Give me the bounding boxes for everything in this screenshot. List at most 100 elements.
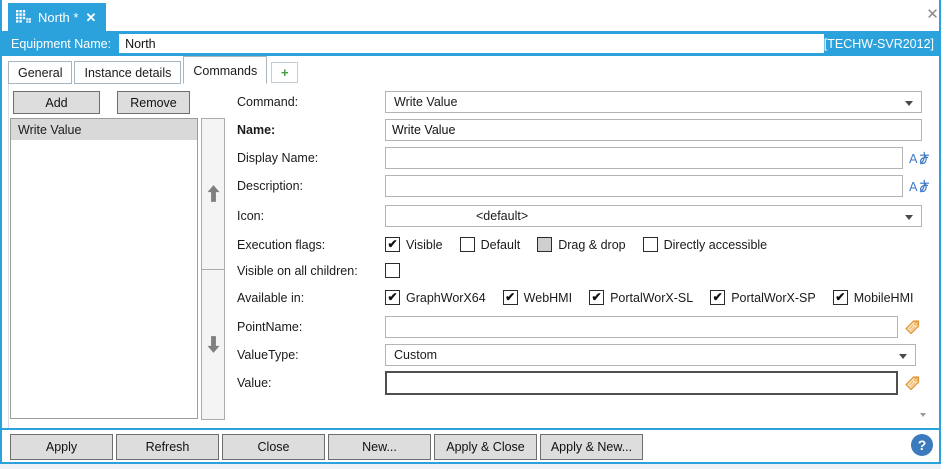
checkbox-box	[502, 290, 518, 305]
checkbox-portalworx-sp[interactable]: PortalWorX-SP	[710, 290, 816, 305]
tag-browse-icon[interactable]	[904, 375, 921, 392]
svg-text:A: A	[909, 179, 918, 194]
available-in-label: Available in:	[237, 290, 305, 305]
commands-list[interactable]: Write Value	[10, 118, 198, 419]
localize-icon[interactable]: A	[909, 179, 931, 194]
add-command-button[interactable]: Add	[13, 91, 100, 114]
window-border-right	[939, 0, 941, 464]
command-combobox[interactable]: Write Value	[385, 91, 922, 113]
refresh-button[interactable]: Refresh	[116, 434, 219, 460]
document-tab-close-icon[interactable]: ✕	[85, 11, 96, 24]
down-arrow-icon	[206, 335, 220, 353]
window-close-icon[interactable]: ✕	[923, 4, 942, 23]
value-type-combobox-value: Custom	[394, 348, 438, 362]
point-name-input[interactable]	[385, 316, 898, 338]
reorder-column	[201, 118, 225, 420]
tab-instance-details-label: Instance details	[84, 65, 172, 80]
value-input[interactable]	[385, 371, 898, 395]
icon-combobox-value: <default>	[476, 209, 529, 223]
command-combobox-value: Write Value	[394, 95, 458, 109]
checkbox-default[interactable]: Default	[459, 237, 521, 252]
checkbox-box	[710, 290, 726, 305]
remove-command-button[interactable]: Remove	[117, 91, 190, 114]
localize-icon[interactable]: A	[909, 151, 931, 166]
checkbox-label: Directly accessible	[663, 237, 768, 252]
scroll-hint-icon	[920, 413, 926, 417]
equipment-name-label: Equipment Name:	[11, 36, 112, 51]
window-bottom-strip	[0, 464, 941, 469]
equipment-name-input[interactable]	[119, 34, 824, 53]
window-border-left	[0, 0, 2, 464]
up-arrow-icon	[206, 185, 220, 203]
list-item-label: Write Value	[18, 122, 82, 137]
description-input[interactable]	[385, 175, 903, 197]
plus-icon: +	[280, 65, 289, 80]
command-form: Command: Write Value Name: Display Name:…	[237, 91, 936, 395]
tab-commands-label: Commands	[193, 64, 258, 78]
display-name-input[interactable]	[385, 147, 903, 169]
icon-label: Icon:	[237, 209, 265, 223]
checkbox-box	[832, 290, 848, 305]
move-up-button[interactable]	[201, 118, 225, 270]
tab-strip: General Instance details Commands +	[8, 56, 299, 84]
visible-on-all-children-label: Visible on all children:	[237, 263, 358, 278]
checkbox-label: GraphWorX64	[406, 290, 486, 305]
chevron-down-icon	[899, 354, 907, 359]
checkbox-label: MobileHMI	[853, 290, 914, 305]
point-name-label: PointName:	[237, 320, 303, 334]
tab-page-left-border	[8, 83, 9, 428]
footer-separator	[0, 428, 941, 430]
chevron-down-icon	[905, 101, 913, 106]
checkbox-box	[589, 290, 605, 305]
icon-combobox[interactable]: <default>	[385, 205, 922, 227]
checkbox-box	[385, 263, 400, 278]
checkbox-webhmi[interactable]: WebHMI	[502, 290, 573, 305]
svg-text:A: A	[909, 151, 918, 166]
checkbox-label: PortalWorX-SP	[731, 290, 816, 305]
checkbox-label: Drag & drop	[558, 237, 626, 252]
close-button[interactable]: Close	[222, 434, 325, 460]
checkbox-portalworx-sl[interactable]: PortalWorX-SL	[589, 290, 693, 305]
checkbox-box	[537, 237, 553, 252]
checkbox-box	[642, 237, 658, 252]
apply-button[interactable]: Apply	[10, 434, 113, 460]
value-label: Value:	[237, 376, 272, 390]
checkbox-drag-and-drop[interactable]: Drag & drop	[537, 237, 626, 252]
name-input[interactable]	[385, 119, 922, 141]
checkbox-label: Visible	[406, 237, 443, 252]
apply-and-close-button[interactable]: Apply & Close	[434, 434, 537, 460]
apply-and-new-button[interactable]: Apply & New...	[540, 434, 643, 460]
tab-general[interactable]: General	[8, 61, 73, 84]
equipment-editor-window: North * ✕ ✕ Equipment Name: [TECHW-SVR20…	[0, 0, 946, 469]
checkbox-box	[385, 237, 400, 252]
equipment-name-strip: Equipment Name: [TECHW-SVR2012]	[2, 31, 940, 56]
equipment-grid-icon	[16, 10, 31, 24]
checkbox-label: PortalWorX-SL	[610, 290, 694, 305]
add-tab-button[interactable]: +	[271, 62, 299, 83]
description-label: Description:	[237, 179, 303, 193]
checkbox-visible-on-all-children[interactable]	[385, 263, 406, 278]
new-button[interactable]: New...	[328, 434, 431, 460]
checkbox-graphworx64[interactable]: GraphWorX64	[385, 290, 486, 305]
checkbox-box	[459, 237, 475, 252]
document-tab-title: North *	[38, 9, 79, 25]
value-type-combobox[interactable]: Custom	[385, 344, 916, 366]
tab-instance-details[interactable]: Instance details	[74, 61, 182, 84]
execution-flags-label: Execution flags:	[237, 237, 326, 252]
list-item-write-value[interactable]: Write Value	[11, 119, 197, 140]
tab-commands[interactable]: Commands	[183, 56, 268, 84]
document-tab-north[interactable]: North * ✕	[8, 3, 107, 31]
move-down-button[interactable]	[201, 269, 225, 420]
footer-button-bar: Apply Refresh Close New... Apply & Close…	[10, 434, 646, 460]
checkbox-label: WebHMI	[523, 290, 573, 305]
tab-general-label: General	[18, 65, 63, 80]
checkbox-directly-accessible[interactable]: Directly accessible	[642, 237, 768, 252]
checkbox-visible[interactable]: Visible	[385, 237, 443, 252]
value-type-label: ValueType:	[237, 348, 299, 362]
checkbox-mobilehmi[interactable]: MobileHMI	[832, 290, 914, 305]
display-name-label: Display Name:	[237, 151, 319, 165]
help-icon[interactable]: ?	[911, 434, 933, 456]
checkbox-label: Default	[480, 237, 521, 252]
chevron-down-icon	[905, 215, 913, 220]
tag-browse-icon[interactable]	[904, 319, 921, 336]
